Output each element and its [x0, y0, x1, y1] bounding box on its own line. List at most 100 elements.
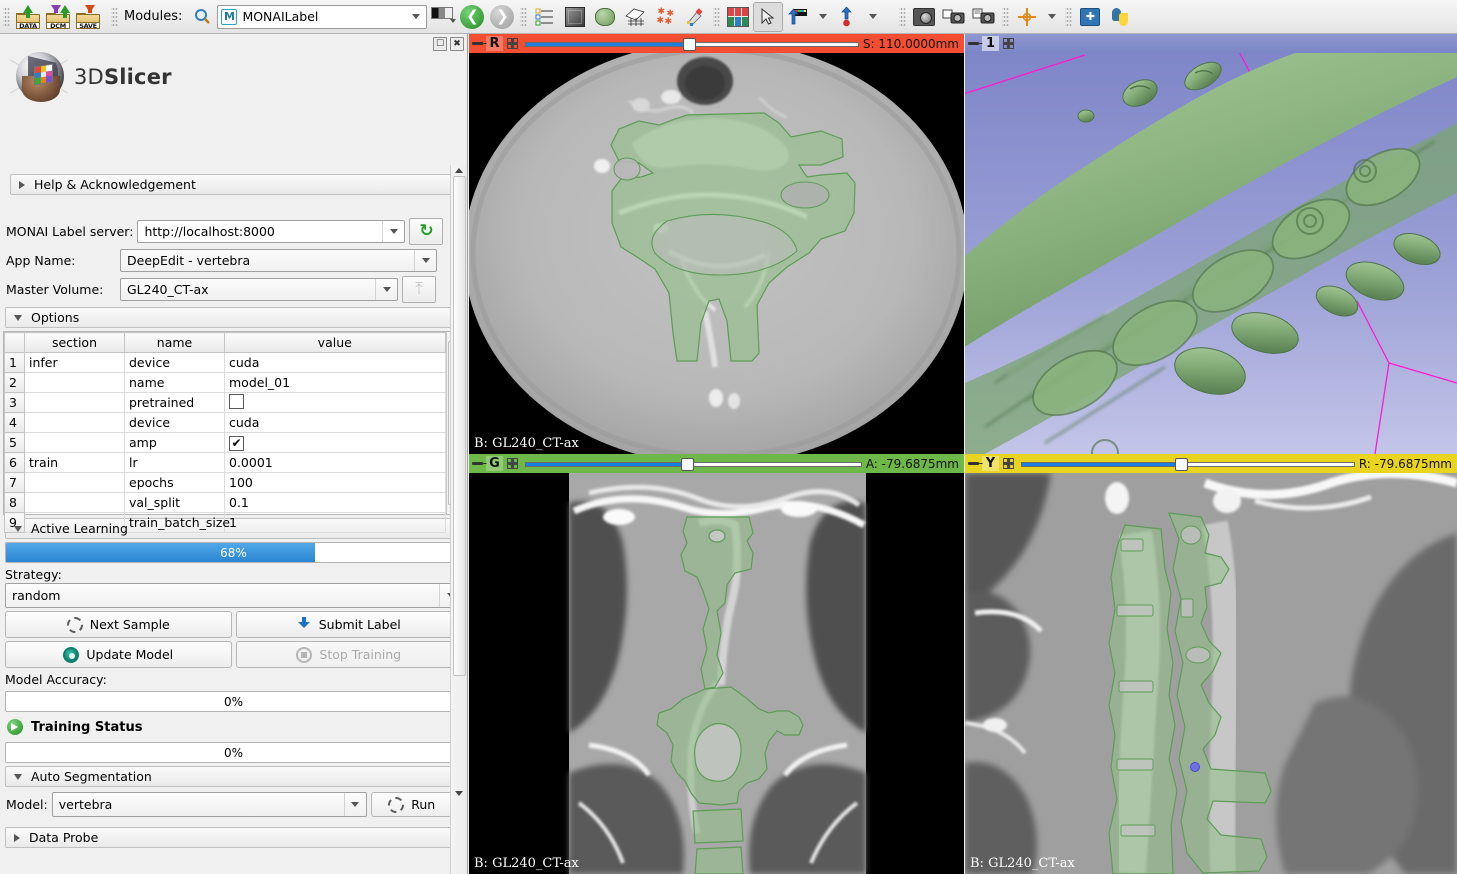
- cell-section[interactable]: [24, 412, 125, 433]
- module-next-button[interactable]: ❯: [487, 2, 517, 32]
- cell-name[interactable]: amp: [124, 432, 225, 453]
- options-section[interactable]: Options: [5, 307, 462, 328]
- load-dicom-button[interactable]: DCM: [43, 2, 73, 32]
- panel-scrollbar[interactable]: [450, 165, 467, 874]
- pin-icon[interactable]: [965, 42, 982, 45]
- models-button[interactable]: [590, 2, 620, 32]
- cell-section[interactable]: [24, 472, 125, 493]
- load-data-button[interactable]: DATA: [13, 2, 43, 32]
- threed-render[interactable]: [965, 53, 1457, 454]
- col-value[interactable]: value: [224, 332, 446, 353]
- submit-label-button[interactable]: Submit Label: [235, 611, 462, 638]
- cell-section[interactable]: train: [24, 452, 125, 473]
- threed-view-bar[interactable]: 1: [965, 34, 1457, 53]
- threed-view[interactable]: 1: [965, 34, 1457, 454]
- place-markup-button[interactable]: [833, 2, 863, 32]
- options-table[interactable]: section name value 1 infer device cuda 2 name…: [3, 331, 462, 533]
- toolbar-grip-7[interactable]: [1065, 5, 1073, 28]
- cell-name[interactable]: device: [124, 352, 225, 373]
- table-row[interactable]: 6 train lr 0.0001: [4, 452, 446, 473]
- table-row[interactable]: 8 val_split 0.1: [4, 492, 446, 513]
- screen-capture-button[interactable]: [939, 2, 969, 32]
- table-row[interactable]: 3 pretrained: [4, 392, 446, 413]
- coronal-view[interactable]: G A: -79.6875mm B: GL240_CT-ax: [469, 454, 964, 874]
- next-sample-button[interactable]: Next Sample: [5, 611, 232, 638]
- python-console-button[interactable]: [1105, 2, 1135, 32]
- module-selector[interactable]: M MONAILabel: [217, 4, 428, 29]
- chevron-down-icon[interactable]: [414, 250, 436, 271]
- extensions-manager-button[interactable]: ✚: [1075, 2, 1105, 32]
- table-row[interactable]: 5 amp ✔: [4, 432, 446, 453]
- transforms-button[interactable]: [620, 2, 650, 32]
- table-row[interactable]: 4 device cuda: [4, 412, 446, 433]
- data-probe-section[interactable]: Data Probe: [5, 827, 462, 848]
- scroll-up-icon[interactable]: [455, 168, 463, 173]
- training-status-section[interactable]: Training Status: [0, 712, 468, 739]
- col-name[interactable]: name: [124, 332, 225, 353]
- cell-name[interactable]: val_split: [124, 492, 225, 513]
- module-previous-button[interactable]: ❮: [457, 2, 487, 32]
- module-search-button[interactable]: [187, 2, 217, 32]
- cell-name[interactable]: train_batch_size: [124, 512, 230, 533]
- stop-training-button[interactable]: Stop Training: [235, 641, 462, 668]
- capture-toolbar-button[interactable]: [783, 2, 813, 32]
- axial-view-bar[interactable]: R S: 110.0000mm: [469, 34, 964, 53]
- pin-icon[interactable]: [469, 42, 486, 45]
- sceneviews-button[interactable]: [969, 2, 999, 32]
- app-name-select[interactable]: DeepEdit - vertebra: [120, 249, 437, 272]
- cell-name[interactable]: lr: [124, 452, 225, 473]
- cell-name[interactable]: name: [124, 372, 225, 393]
- cell-section[interactable]: [24, 372, 125, 393]
- toolbar-grip-2[interactable]: [111, 5, 118, 28]
- view-settings-icon[interactable]: [503, 38, 521, 49]
- checkbox[interactable]: ✔: [229, 435, 244, 451]
- cell-value[interactable]: ✔: [224, 432, 446, 453]
- toolbar-grip-5[interactable]: [899, 5, 907, 28]
- run-button[interactable]: Run: [370, 792, 453, 817]
- cell-value[interactable]: model_01: [224, 372, 446, 393]
- table-row[interactable]: 2 name model_01: [4, 372, 446, 393]
- module-favorites-button[interactable]: [427, 2, 457, 32]
- panel-close-button[interactable]: ✖: [450, 37, 464, 51]
- toolbar-grip[interactable]: [3, 5, 10, 28]
- table-row[interactable]: 7 epochs 100: [4, 472, 446, 493]
- save-data-button[interactable]: SAVE: [73, 2, 103, 32]
- module-subject-hierarchy-button[interactable]: [530, 2, 560, 32]
- refresh-server-button[interactable]: ↻: [409, 218, 444, 245]
- server-input[interactable]: http://localhost:8000: [137, 220, 406, 243]
- model-select[interactable]: vertebra: [51, 792, 367, 817]
- chevron-down-icon[interactable]: [382, 221, 404, 242]
- cell-section[interactable]: [24, 432, 125, 453]
- sagittal-slice-slider[interactable]: [1021, 458, 1355, 471]
- strategy-select[interactable]: random: [5, 583, 462, 608]
- checkbox[interactable]: [229, 393, 244, 409]
- cell-value[interactable]: cuda: [224, 412, 446, 433]
- cell-value[interactable]: 0.1: [224, 492, 446, 513]
- scroll-down-icon[interactable]: [455, 791, 463, 796]
- scrollbar-thumb[interactable]: [452, 176, 466, 676]
- markups-button[interactable]: ✱ ✱ ✱ ✱: [650, 2, 680, 32]
- chevron-down-icon[interactable]: [819, 14, 828, 19]
- cell-value[interactable]: [224, 392, 446, 413]
- chevron-down-icon[interactable]: [375, 279, 397, 300]
- axial-view[interactable]: R S: 110.0000mm B: GL240_CT-ax: [469, 34, 964, 454]
- layout-selector-button[interactable]: [723, 2, 753, 32]
- cell-name[interactable]: device: [124, 412, 225, 433]
- table-row[interactable]: 1 infer device cuda: [4, 352, 446, 373]
- cell-name[interactable]: epochs: [124, 472, 225, 493]
- view-settings-icon[interactable]: [999, 38, 1017, 49]
- segment-editor-button[interactable]: [680, 2, 710, 32]
- view-settings-icon[interactable]: [503, 458, 521, 469]
- auto-segmentation-section[interactable]: Auto Segmentation: [5, 766, 462, 787]
- cell-value[interactable]: 0.0001: [224, 452, 446, 473]
- cell-section[interactable]: infer: [24, 352, 125, 373]
- mouse-mode-pointer-button[interactable]: [753, 1, 784, 32]
- chevron-down-icon[interactable]: [343, 793, 366, 816]
- sagittal-view[interactable]: Y R: -79.6875mm B: GL240_CT-ax: [965, 454, 1457, 874]
- sagittal-view-bar[interactable]: Y R: -79.6875mm: [965, 454, 1457, 473]
- view-settings-icon[interactable]: [999, 458, 1017, 469]
- screenshot-button[interactable]: [909, 2, 939, 32]
- coronal-ct-image[interactable]: [469, 473, 964, 874]
- axial-ct-image[interactable]: [469, 53, 964, 454]
- cell-value[interactable]: cuda: [224, 352, 446, 373]
